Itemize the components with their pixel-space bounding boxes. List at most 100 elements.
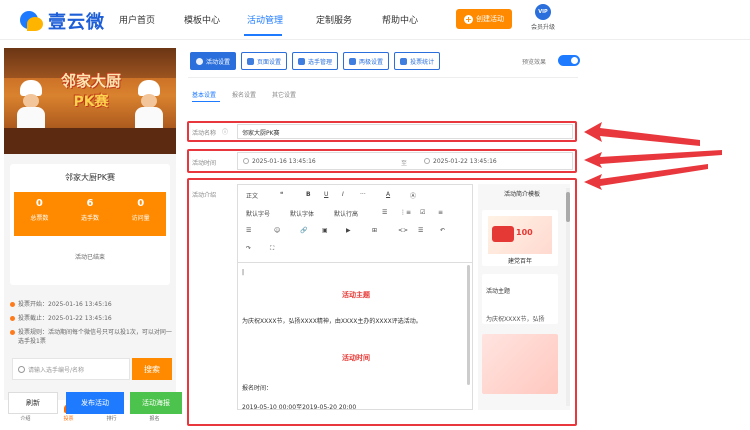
vote-rule-info: 投票规则：活动期间每个微信号只可以投1次，可以对同一选手投1票 xyxy=(10,328,174,346)
paragraph-style-select[interactable]: 正文 xyxy=(246,191,258,200)
search-icon xyxy=(18,365,25,373)
activity-card: 邻家大厨PK赛 0 总票数 6 选手数 0 访问量 活动已结束 xyxy=(10,164,170,285)
table-icon[interactable]: ⊞ xyxy=(372,227,377,234)
contestant-management-button[interactable]: 选手管理 xyxy=(292,52,339,70)
vote-statistics-button[interactable]: 投票统计 xyxy=(394,52,441,70)
button-label: 活动设置 xyxy=(206,58,231,66)
activity-card-title: 邻家大厨PK赛 xyxy=(64,173,116,182)
nav-activity-management[interactable]: 活动管理 xyxy=(247,13,283,26)
editor-toolbar: 正文 ❝ B U I ··· A Ⓐ 默认字号 默认字体 默认行高 ☰ ⋮≡ ☑… xyxy=(238,185,472,263)
annotation-arrows xyxy=(584,122,722,190)
content-heading-time: 活动时间 xyxy=(342,354,370,362)
vote-info: 投票开始：2025-01-16 13:45:16 投票截止：2025-01-22… xyxy=(10,300,174,351)
brand-logo[interactable]: 壹云微 xyxy=(18,8,105,34)
quote-icon[interactable]: ❝ xyxy=(280,191,283,198)
video-icon[interactable]: ▶ xyxy=(346,227,351,234)
contestant-search-input[interactable]: 请输入选手编号/名称 xyxy=(12,358,130,380)
tab-label: 投票 xyxy=(63,416,74,422)
start-time[interactable]: 2025-01-16 13:45:16 xyxy=(243,158,316,165)
preview-toggle[interactable] xyxy=(558,55,580,66)
settings-subtabs: 基本设置 报名设置 其它设置 xyxy=(192,90,296,99)
font-size-select[interactable]: 默认字号 xyxy=(246,209,270,218)
plus-icon: + xyxy=(464,14,473,24)
link-icon[interactable]: 🔗 xyxy=(300,227,307,234)
activity-time-label: 活动时间 xyxy=(192,160,217,167)
banner-table xyxy=(4,128,176,154)
scroll-thumb[interactable] xyxy=(566,192,570,222)
template-scrollbar[interactable] xyxy=(566,188,570,406)
rich-text-editor[interactable]: 正文 ❝ B U I ··· A Ⓐ 默认字号 默认字体 默认行高 ☰ ⋮≡ ☑… xyxy=(237,184,473,410)
line-height-select[interactable]: 默认行高 xyxy=(334,209,358,218)
bullet-list-icon[interactable]: ☰ xyxy=(382,209,387,216)
end-time[interactable]: 2025-01-22 13:45:16 xyxy=(424,158,497,165)
stats-panel: 0 总票数 6 选手数 0 访问量 xyxy=(14,192,166,236)
stat-label: 访问量 xyxy=(131,215,150,222)
activity-name-input[interactable] xyxy=(237,124,573,139)
preview-effect-label: 预览效果 xyxy=(522,59,547,66)
activity-settings-button[interactable]: 活动设置 xyxy=(190,52,237,70)
numbered-list-icon[interactable]: ⋮≡ xyxy=(400,209,411,216)
top-nav: 壹云微 用户首页 模板中心 活动管理 定制服务 帮助中心 + 创建活动 VIP … xyxy=(0,0,750,40)
background-color-icon[interactable]: Ⓐ xyxy=(410,191,416,200)
indent-icon[interactable]: ☰ xyxy=(246,227,251,234)
start-time-value: 2025-01-16 13:45:16 xyxy=(252,158,316,165)
font-color-icon[interactable]: A xyxy=(386,191,390,198)
vip-badge-icon: VIP xyxy=(535,4,551,20)
subtab-other[interactable]: 其它设置 xyxy=(272,90,296,99)
bold-icon[interactable]: B xyxy=(306,191,311,198)
editor-scrollbar[interactable] xyxy=(467,265,470,385)
nav-help[interactable]: 帮助中心 xyxy=(382,13,418,26)
content-signup-time-label: 报名时间： xyxy=(242,385,273,392)
template-card-party[interactable]: 100 建党百年 xyxy=(482,210,558,266)
settings-toolbar: 活动设置 页面设置 选手管理 两极设置 投票统计 xyxy=(190,52,441,70)
banner-title: 邻家大厨 PK赛 xyxy=(52,70,130,120)
align-icon[interactable]: ≡ xyxy=(438,209,443,216)
refresh-button[interactable]: 刷新 xyxy=(8,392,58,414)
advanced-settings-button[interactable]: 两极设置 xyxy=(343,52,390,70)
search-button[interactable]: 搜索 xyxy=(132,358,172,380)
template-card-theme[interactable]: 活动主题 为庆祝XXXX节，弘扬 xyxy=(482,274,558,324)
button-label: 页面设置 xyxy=(257,58,282,66)
activity-name-label: 活动名称 xyxy=(192,130,217,137)
more-icon[interactable]: ··· xyxy=(360,191,366,198)
nav-home[interactable]: 用户首页 xyxy=(119,13,155,26)
nav-custom-service[interactable]: 定制服务 xyxy=(316,13,352,26)
activity-poster-button[interactable]: 活动海报 xyxy=(130,392,182,414)
arrow-to-intro-icon xyxy=(584,164,708,190)
template-thumbnail: 100 xyxy=(488,216,552,254)
activity-banner: 邻家大厨 PK赛 xyxy=(4,48,176,154)
stat-value: 0 xyxy=(137,198,145,209)
tab-label: 介绍 xyxy=(20,416,31,422)
fullscreen-icon[interactable]: ⛶ xyxy=(270,245,274,253)
button-label: 两极设置 xyxy=(359,58,384,66)
button-label: 投票统计 xyxy=(410,58,435,66)
font-family-select[interactable]: 默认字体 xyxy=(290,209,314,218)
mobile-preview: 邻家大厨 PK赛 邻家大厨PK赛 0 总票数 6 选手数 0 访问量 活动已结束… xyxy=(4,48,176,430)
divider-icon[interactable]: ☰ xyxy=(418,227,423,234)
help-circle-icon: ⓘ xyxy=(222,129,229,136)
stat-visits: 0 访问量 xyxy=(115,192,166,236)
image-icon[interactable]: ▣ xyxy=(322,227,328,234)
template-card-pink[interactable] xyxy=(482,334,558,394)
underline-icon[interactable]: U xyxy=(324,191,328,198)
activity-intro-label: 活动介绍 xyxy=(192,192,217,199)
todo-list-icon[interactable]: ☑ xyxy=(420,209,425,216)
gear-icon xyxy=(247,57,255,65)
tab-label: 排行 xyxy=(106,416,117,422)
vote-start-info: 投票开始：2025-01-16 13:45:16 xyxy=(10,300,174,309)
emoji-icon[interactable]: ☺ xyxy=(274,227,280,234)
create-activity-button[interactable]: + 创建活动 xyxy=(456,9,512,29)
code-icon[interactable]: <> xyxy=(398,227,408,234)
content-paragraph: 为庆祝XXXX节，弘扬XXXX精神，由XXXX主办的XXXX评选活动。 xyxy=(242,318,422,325)
stat-value: 6 xyxy=(86,198,94,209)
redo-icon[interactable]: ↷ xyxy=(246,245,251,252)
publish-activity-button[interactable]: 发布活动 xyxy=(66,392,124,414)
italic-icon[interactable]: I xyxy=(342,191,344,198)
vip-upgrade[interactable]: VIP 会员升级 xyxy=(528,4,558,31)
nav-templates[interactable]: 模板中心 xyxy=(184,13,220,26)
subtab-basic[interactable]: 基本设置 xyxy=(192,90,216,99)
undo-icon[interactable]: ↶ xyxy=(440,227,445,234)
page-settings-button[interactable]: 页面设置 xyxy=(241,52,288,70)
subtab-signup[interactable]: 报名设置 xyxy=(232,90,256,99)
editor-content[interactable]: | 活动主题 为庆祝XXXX节，弘扬XXXX精神，由XXXX主办的XXXX评选活… xyxy=(242,269,470,409)
